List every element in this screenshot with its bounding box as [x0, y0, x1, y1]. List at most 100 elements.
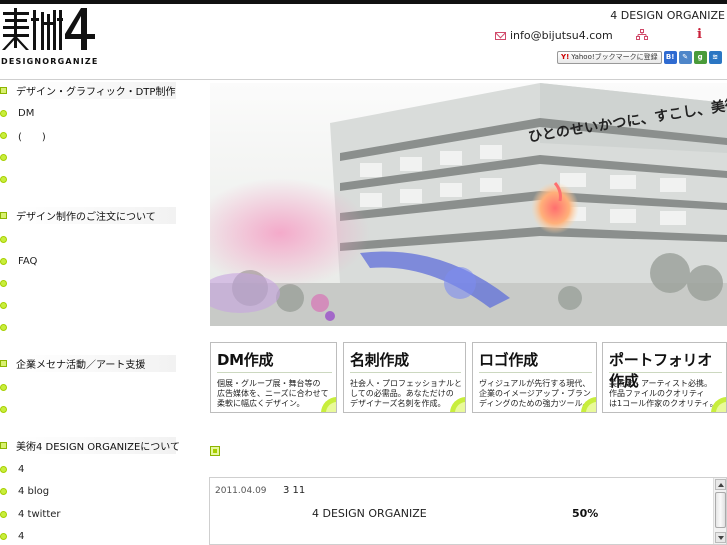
sidebar-section-title: デザイン・グラフィック・DTP制作 [16, 81, 176, 99]
news-panel: 2011.04.09 3 11 4 DESIGN ORGANIZE 50% [209, 477, 727, 545]
news-date: 2011.04.09 [215, 486, 267, 496]
circle-bullet-icon [0, 235, 7, 243]
yahoo-bookmark-label: Yahoo!ブックマークに登録 [571, 53, 658, 61]
service-desc-line: ディングのための強力ツール。 [479, 399, 591, 408]
sidebar-item[interactable] [0, 380, 7, 394]
news-section-icon [210, 446, 220, 456]
mail-icon [495, 31, 506, 40]
sidebar-item[interactable]: 4 [0, 529, 24, 543]
sidebar-section-title: 美術4 DESIGN ORGANIZEについて [16, 436, 180, 454]
scroll-thumb[interactable] [715, 492, 726, 528]
service-desc-line: 個展・グループ展・舞台等の [217, 379, 321, 388]
sidebar-item-label: FAQ [18, 255, 38, 267]
circle-bullet-icon [0, 257, 7, 265]
square-bullet-icon [0, 211, 7, 219]
news-body: 4 DESIGN ORGANIZE [312, 507, 427, 520]
news-title[interactable]: 3 11 [283, 485, 305, 496]
yahoo-icon: Y! [561, 53, 570, 61]
service-description: 美術家・アーティスト必携。 作品ファイルのクオリティ は1コール作家のクオリティ… [609, 379, 718, 409]
delicious-icon[interactable]: ≋ [708, 50, 722, 64]
service-desc-line: しての必需品。あなただけの [350, 389, 454, 398]
service-divider [479, 372, 592, 373]
square-bullet-icon [0, 359, 7, 367]
circle-bullet-icon [0, 510, 7, 518]
scroll-up-icon[interactable] [715, 479, 726, 490]
sidebar-section-order[interactable]: デザイン制作のご注文について [0, 206, 176, 224]
service-desc-line: 柔軟に幅広くデザイン。 [217, 399, 305, 408]
service-description: ヴィジュアルが先行する現代、 企業のイメージアップ・ブラン ディングのための強力… [479, 379, 591, 409]
service-card-logo[interactable]: ロゴ作成 ヴィジュアルが先行する現代、 企業のイメージアップ・ブラン ディングの… [472, 342, 597, 413]
service-divider [350, 372, 461, 373]
service-desc-line: 作品ファイルのクオリティ [609, 389, 705, 398]
hero-image: ひとのせいかつに、すこし、美術 [210, 83, 727, 326]
service-desc-line: 社会人・プロフェッショナルと [350, 379, 462, 388]
corner-arrow-icon [711, 397, 726, 412]
sidebar-item[interactable] [0, 298, 7, 312]
circle-bullet-icon [0, 279, 7, 287]
circle-bullet-icon [0, 153, 7, 161]
services-row: DM作成 個展・グループ展・舞台等の 広告媒体を、ニーズに合わせて 柔軟に幅広く… [210, 342, 727, 413]
sidebar-item[interactable] [0, 232, 7, 246]
sidebar-section-title: デザイン制作のご注文について [16, 206, 176, 224]
service-description: 社会人・プロフェッショナルと しての必需品。あなただけの デザイナーズ名刺を作成… [350, 379, 462, 409]
service-title: ロゴ作成 [479, 351, 538, 369]
sidebar-item-blog[interactable]: 4 blog [0, 484, 49, 498]
sidebar-section-design[interactable]: デザイン・グラフィック・DTP制作 [0, 81, 176, 99]
sidebar-section-mecenat[interactable]: 企業メセナ活動／アート支援 [0, 354, 176, 372]
corner-arrow-icon [581, 397, 596, 412]
email-link[interactable]: info@bijutsu4.com [495, 29, 613, 42]
sidebar-item[interactable] [0, 276, 7, 290]
sidebar-item-label: ( ) [18, 131, 46, 143]
circle-bullet-icon [0, 383, 7, 391]
sidebar-item-label: 4 blog [18, 485, 50, 497]
email-address: info@bijutsu4.com [510, 29, 613, 42]
service-desc-line: 美術家・アーティスト必携。 [609, 379, 713, 388]
square-bullet-icon [0, 441, 7, 449]
yahoo-bookmark-button[interactable]: Y! Yahoo!ブックマークに登録 [557, 50, 662, 64]
scroll-down-icon[interactable] [715, 532, 726, 543]
info-icon[interactable]: i [697, 27, 702, 42]
service-title: DM作成 [217, 351, 274, 369]
header-divider [0, 79, 727, 80]
sidebar-item-faq[interactable]: FAQ [0, 254, 37, 268]
service-card-dm[interactable]: DM作成 個展・グループ展・舞台等の 広告媒体を、ニーズに合わせて 柔軟に幅広く… [210, 342, 337, 413]
service-desc-line: デザイナーズ名刺を作成。 [350, 399, 446, 408]
sidebar-item[interactable]: ( ) [0, 128, 46, 143]
sidebar-item[interactable] [0, 172, 7, 186]
google-bookmark-icon[interactable]: g [693, 50, 707, 64]
sidebar-item[interactable] [0, 320, 7, 334]
sitemap-icon[interactable] [636, 29, 648, 40]
circle-bullet-icon [0, 323, 7, 331]
site-name[interactable]: 4 DESIGN ORGANIZE [610, 9, 725, 22]
news-scrollbar[interactable] [713, 478, 726, 544]
sidebar-item-dm[interactable]: DM [0, 106, 34, 120]
service-desc-line: 企業のイメージアップ・ブラン [479, 389, 591, 398]
sidebar-section-title: 企業メセナ活動／アート支援 [16, 354, 176, 372]
sidebar-item[interactable] [0, 402, 7, 416]
top-bar [0, 0, 727, 4]
circle-bullet-icon [0, 532, 7, 540]
sidebar-item-label: 4 twitter [18, 508, 61, 520]
service-divider [217, 372, 332, 373]
service-divider [609, 372, 722, 373]
circle-bullet-icon [0, 487, 7, 495]
livedoor-clip-icon[interactable]: ✎ [678, 50, 692, 64]
sidebar-item[interactable] [0, 150, 7, 164]
sidebar-section-about[interactable]: 美術4 DESIGN ORGANIZEについて [0, 436, 180, 454]
sidebar-item-about[interactable]: 4 [0, 462, 24, 476]
hatena-bookmark-icon[interactable]: B! [663, 50, 677, 64]
circle-bullet-icon [0, 175, 7, 183]
service-desc-line: ヴィジュアルが先行する現代、 [479, 379, 591, 388]
sidebar-item-twitter[interactable]: 4 twitter [0, 507, 61, 521]
logo-mark [2, 8, 95, 50]
square-bullet-icon [0, 86, 7, 94]
circle-bullet-icon [0, 405, 7, 413]
site-logo[interactable]: DESIGNORGANIZE [1, 8, 99, 66]
logo-subtitle: DESIGNORGANIZE [1, 57, 99, 66]
service-card-portfolio[interactable]: ポートフォリオ作成 美術家・アーティスト必携。 作品ファイルのクオリティ は1コ… [602, 342, 727, 413]
service-title: 名刺作成 [350, 351, 409, 369]
circle-bullet-icon [0, 301, 7, 309]
service-card-meishi[interactable]: 名刺作成 社会人・プロフェッショナルと しての必需品。あなただけの デザイナーズ… [343, 342, 466, 413]
sidebar-item-label: DM [18, 107, 35, 119]
service-desc-line: 広告媒体を、ニーズに合わせて [217, 389, 329, 398]
